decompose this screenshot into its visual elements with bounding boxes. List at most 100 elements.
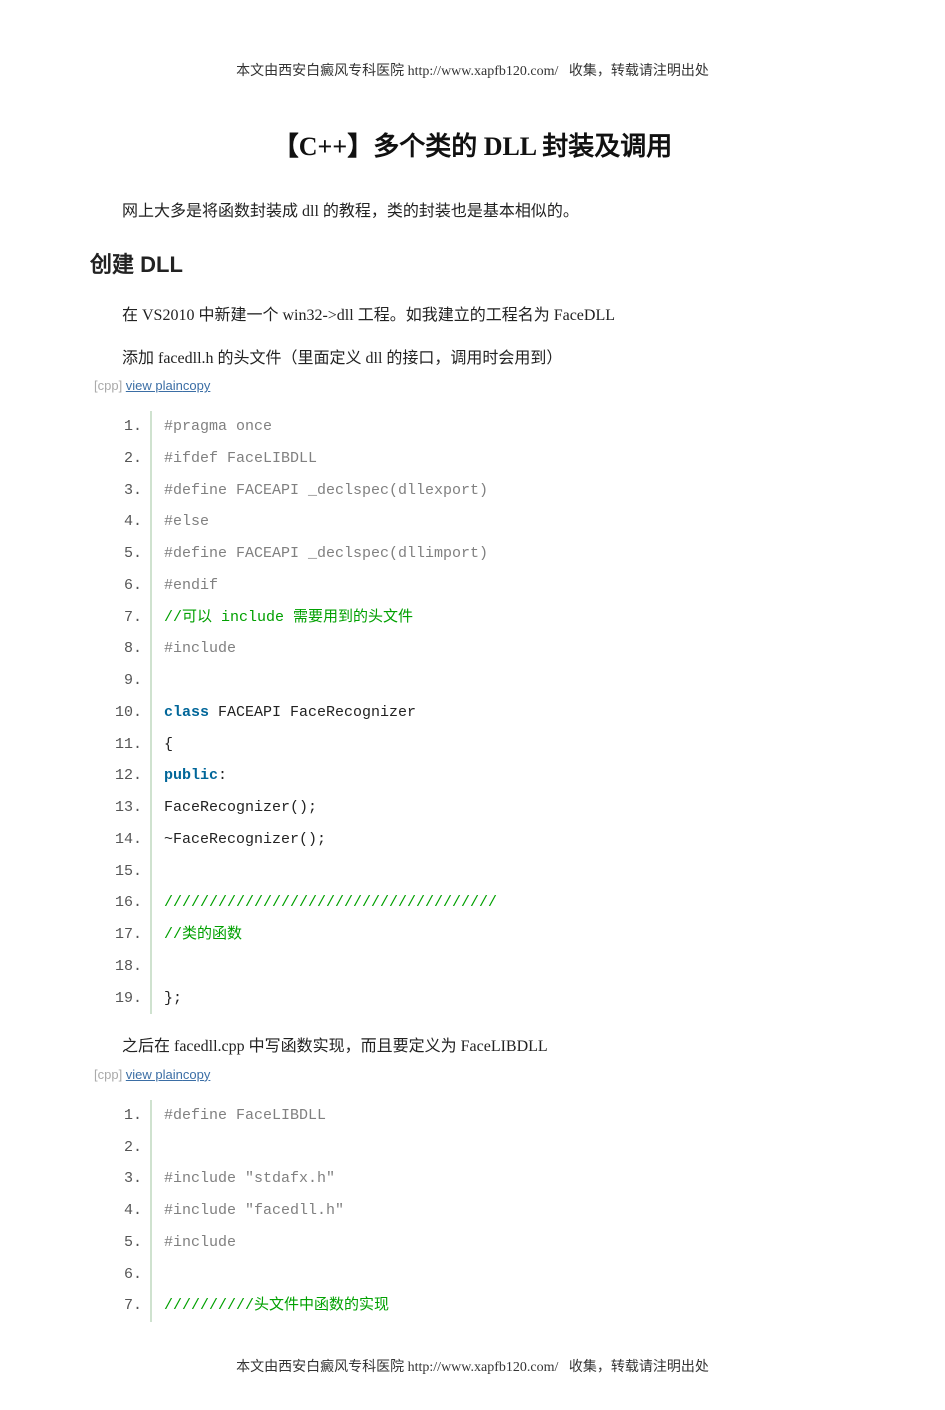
watermark-prefix: 本文由西安白癜风专科医院 (236, 64, 404, 79)
code-line: 4.#include "facedll.h" (150, 1195, 855, 1227)
code-token: ///////////////////////////////////// (164, 894, 497, 911)
line-number: 8. (106, 638, 142, 660)
line-number: 3. (106, 1168, 142, 1190)
code-line: 17.//类的函数 (150, 919, 855, 951)
snippet-meta: [cpp] view plaincopy (94, 1067, 855, 1082)
code-token: #endif (164, 577, 218, 594)
header-watermark: 本文由西安白癜风专科医院 http://www.xapfb120.com/ 收集… (90, 60, 855, 80)
code-line: 12.public: (150, 760, 855, 792)
code-token: //////////头文件中函数的实现 (164, 1297, 389, 1314)
code-token: //类的函数 (164, 926, 242, 943)
code-line: 19.}; (150, 983, 855, 1015)
line-number: 11. (106, 734, 142, 756)
line-number: 2. (106, 448, 142, 470)
line-number: 18. (106, 956, 142, 978)
code-line: 8.#include (150, 633, 855, 665)
code-block-header: 1.#pragma once2.#ifdef FaceLIBDLL3.#defi… (150, 411, 855, 1014)
snippet-lang: [cpp] (94, 378, 126, 393)
code-line: 7.//可以 include 需要用到的头文件 (150, 602, 855, 634)
code-line: 10.class FACEAPI FaceRecognizer (150, 697, 855, 729)
code-line: 4.#else (150, 506, 855, 538)
section-heading: 创建 DLL (90, 247, 855, 279)
code-line: 1.#define FaceLIBDLL (150, 1100, 855, 1132)
line-number: 12. (106, 765, 142, 787)
footer-watermark: 本文由西安白癜风专科医院 http://www.xapfb120.com/ 收集… (0, 1356, 945, 1376)
watermark-prefix: 本文由西安白癜风专科医院 (236, 1360, 404, 1375)
view-plain-link[interactable]: view plain (126, 378, 183, 393)
line-number: 15. (106, 861, 142, 883)
code-line: 2. (150, 1132, 855, 1164)
line-number: 14. (106, 829, 142, 851)
code-line: 18. (150, 951, 855, 983)
code-token: #ifdef FaceLIBDLL (164, 450, 317, 467)
line-number: 3. (106, 480, 142, 502)
paragraph-cpp-impl: 之后在 facedll.cpp 中写函数实现，而且要定义为 FaceLIBDLL (90, 1032, 855, 1062)
copy-link[interactable]: copy (183, 378, 210, 393)
code-line: 15. (150, 856, 855, 888)
watermark-suffix: 收集，转载请注明出处 (569, 64, 709, 79)
line-number: 5. (106, 1232, 142, 1254)
code-token: #define FACEAPI _declspec(dllexport) (164, 482, 488, 499)
line-number: 7. (106, 607, 142, 629)
code-token: FACEAPI FaceRecognizer (209, 704, 416, 721)
code-line: 5.#define FACEAPI _declspec(dllimport) (150, 538, 855, 570)
code-line: 5.#include (150, 1227, 855, 1259)
line-number: 17. (106, 924, 142, 946)
line-number: 1. (106, 1105, 142, 1127)
code-line: 6. (150, 1259, 855, 1291)
code-token: #include "stdafx.h" (164, 1170, 335, 1187)
view-plain-link[interactable]: view plain (126, 1067, 183, 1082)
line-number: 4. (106, 1200, 142, 1222)
copy-link[interactable]: copy (183, 1067, 210, 1082)
code-line: 14. ~FaceRecognizer(); (150, 824, 855, 856)
code-line: 16.///////////////////////////////////// (150, 887, 855, 919)
code-line: 1.#pragma once (150, 411, 855, 443)
line-number: 1. (106, 416, 142, 438)
snippet-meta: [cpp] view plaincopy (94, 378, 855, 393)
paragraph-add-header: 添加 facedll.h 的头文件（里面定义 dll 的接口，调用时会用到） (90, 344, 855, 374)
code-token: #else (164, 513, 209, 530)
code-block-cpp: 1.#define FaceLIBDLL2. 3.#include "stdaf… (150, 1100, 855, 1322)
line-number: 6. (106, 575, 142, 597)
paragraph-vs: 在 VS2010 中新建一个 win32->dll 工程。如我建立的工程名为 F… (90, 301, 855, 331)
code-token: class (164, 704, 209, 721)
line-number: 10. (106, 702, 142, 724)
code-line: 13. FaceRecognizer(); (150, 792, 855, 824)
line-number: 7. (106, 1295, 142, 1317)
line-number: 5. (106, 543, 142, 565)
watermark-url: http://www.xapfb120.com/ (408, 64, 559, 79)
code-line: 3.#define FACEAPI _declspec(dllexport) (150, 475, 855, 507)
document-page: 本文由西安白癜风专科医院 http://www.xapfb120.com/ 收集… (0, 0, 945, 1410)
code-token: #include (164, 640, 236, 657)
snippet-lang: [cpp] (94, 1067, 126, 1082)
code-line: 7.//////////头文件中函数的实现 (150, 1290, 855, 1322)
code-token: ~FaceRecognizer(); (164, 831, 326, 848)
page-title: 【C++】多个类的 DLL 封装及调用 (90, 126, 855, 163)
line-number: 19. (106, 988, 142, 1010)
code-token: { (164, 736, 173, 753)
code-line: 3.#include "stdafx.h" (150, 1163, 855, 1195)
code-line: 6.#endif (150, 570, 855, 602)
code-token: //可以 include 需要用到的头文件 (164, 609, 413, 626)
line-number: 6. (106, 1264, 142, 1286)
code-token: #define FACEAPI _declspec(dllimport) (164, 545, 488, 562)
watermark-suffix: 收集，转载请注明出处 (569, 1360, 709, 1375)
code-line: 9. (150, 665, 855, 697)
code-token: #define FaceLIBDLL (164, 1107, 326, 1124)
code-token: public (164, 767, 218, 784)
watermark-url: http://www.xapfb120.com/ (408, 1360, 559, 1375)
line-number: 2. (106, 1137, 142, 1159)
code-token: #pragma once (164, 418, 272, 435)
line-number: 9. (106, 670, 142, 692)
code-token: : (218, 767, 227, 784)
line-number: 13. (106, 797, 142, 819)
line-number: 16. (106, 892, 142, 914)
line-number: 4. (106, 511, 142, 533)
code-token: #include "facedll.h" (164, 1202, 344, 1219)
code-token: #include (164, 1234, 236, 1251)
code-line: 11.{ (150, 729, 855, 761)
code-token: }; (164, 990, 182, 1007)
code-line: 2.#ifdef FaceLIBDLL (150, 443, 855, 475)
code-token: FaceRecognizer(); (164, 799, 317, 816)
intro-paragraph: 网上大多是将函数封装成 dll 的教程，类的封装也是基本相似的。 (90, 197, 855, 227)
